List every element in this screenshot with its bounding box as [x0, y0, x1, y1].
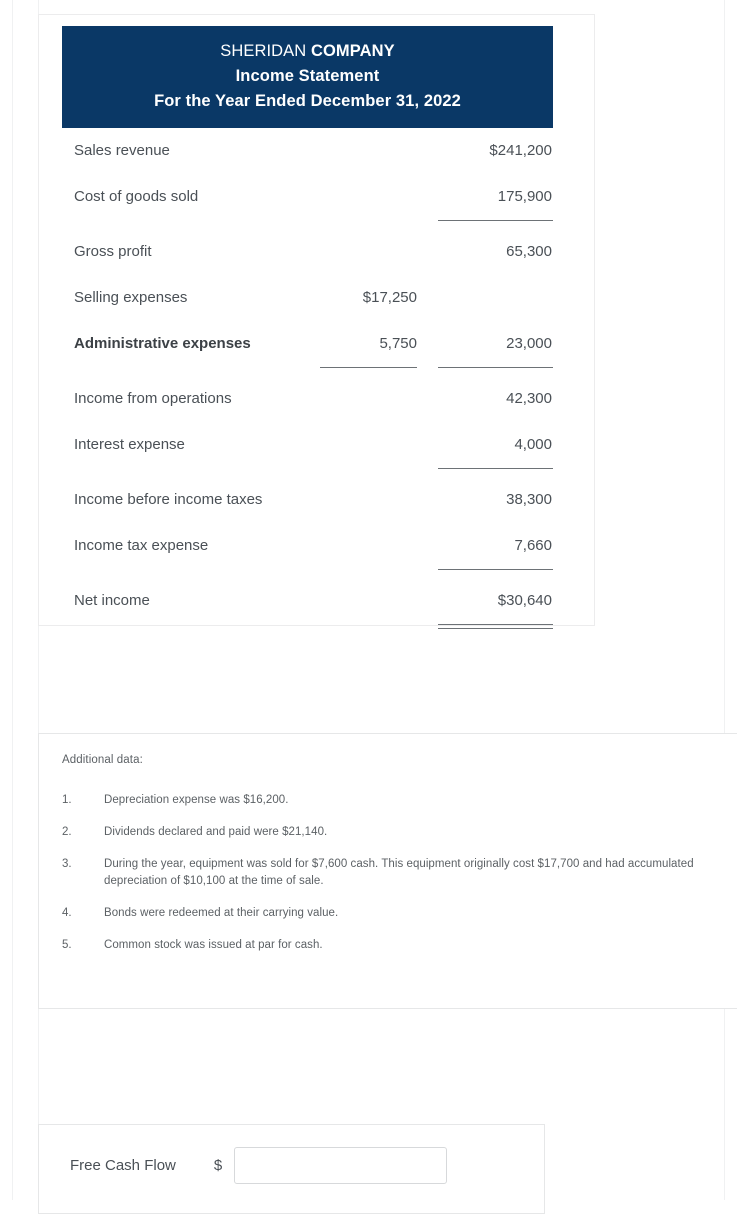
- row-label: Net income: [74, 592, 150, 609]
- subtotal-rule-row: [62, 468, 553, 477]
- currency-symbol: $: [213, 1156, 223, 1174]
- row-label: Interest expense: [74, 436, 185, 453]
- row-label: Income from operations: [74, 390, 232, 407]
- rule-spacer: [62, 624, 320, 633]
- table-row: Income before income taxes 38,300: [62, 477, 553, 523]
- page-gutter-rule-left: [12, 0, 13, 1200]
- row-amount-2: 38,300: [506, 491, 552, 508]
- table-row: Administrative expenses 5,750 23,000: [62, 321, 553, 367]
- row-amount-1: 5,750: [379, 335, 417, 352]
- row-amount-1: [320, 477, 438, 523]
- income-statement-table: Sales revenue $241,200 Cost of goods sol…: [62, 128, 553, 633]
- rule-spacer: [62, 468, 320, 477]
- total-rule-row: [62, 624, 553, 633]
- list-item-text: Bonds were redeemed at their carrying va…: [104, 907, 339, 919]
- list-item: 5. Common stock was issued at par for ca…: [62, 937, 717, 954]
- row-amount-1: [320, 578, 438, 624]
- subtotal-rule-row: [62, 367, 553, 376]
- row-label: Income before income taxes: [74, 491, 263, 508]
- row-amount-2: 4,000: [514, 436, 552, 453]
- list-item: 3. During the year, equipment was sold f…: [62, 856, 717, 890]
- row-amount-1: [320, 229, 438, 275]
- list-item-text: Common stock was issued at par for cash.: [104, 939, 323, 951]
- free-cash-flow-card: Free Cash Flow $: [38, 1124, 545, 1214]
- free-cash-flow-input[interactable]: [234, 1146, 448, 1184]
- subtotal-rule-row: [62, 569, 553, 578]
- free-cash-flow-row: Free Cash Flow $: [70, 1145, 448, 1185]
- total-double-rule: [438, 624, 553, 633]
- list-item-number: 5.: [62, 939, 72, 951]
- rule-spacer: [62, 569, 320, 578]
- rule-spacer: [320, 468, 438, 477]
- list-item-text: Depreciation expense was $16,200.: [104, 794, 289, 806]
- list-item-text: Dividends declared and paid were $21,140…: [104, 826, 328, 838]
- subtotal-rule: [438, 220, 553, 229]
- row-amount-2: $241,200: [489, 142, 552, 159]
- row-label: Selling expenses: [74, 289, 188, 306]
- statement-header: SHERIDAN COMPANY Income Statement For th…: [62, 26, 553, 128]
- table-row: Sales revenue $241,200: [62, 128, 553, 174]
- additional-data-card: Additional data: 1. Depreciation expense…: [38, 733, 737, 1009]
- row-amount-1: [320, 523, 438, 569]
- table-row: Cost of goods sold 175,900: [62, 174, 553, 220]
- subtotal-rule: [438, 367, 553, 376]
- table-row: Net income $30,640: [62, 578, 553, 624]
- subtotal-rule-row: [62, 220, 553, 229]
- subtotal-rule: [320, 367, 438, 376]
- rule-spacer: [62, 220, 320, 229]
- statement-title: Income Statement: [235, 67, 380, 85]
- row-amount-2: 7,660: [514, 537, 552, 554]
- table-row: Gross profit 65,300: [62, 229, 553, 275]
- row-amount-2: $30,640: [497, 592, 552, 609]
- row-label: Cost of goods sold: [74, 188, 199, 205]
- table-row: Selling expenses $17,250: [62, 275, 553, 321]
- row-label: Administrative expenses: [74, 335, 251, 352]
- list-item-number: 2.: [62, 826, 72, 838]
- list-item: 2. Dividends declared and paid were $21,…: [62, 824, 717, 841]
- additional-data-title: Additional data:: [62, 754, 143, 766]
- subtotal-rule: [438, 468, 553, 477]
- list-item-text: During the year, equipment was sold for …: [104, 858, 694, 887]
- list-item: 4. Bonds were redeemed at their carrying…: [62, 905, 717, 922]
- income-statement-card: SHERIDAN COMPANY Income Statement For th…: [38, 14, 595, 629]
- list-item-number: 1.: [62, 794, 72, 806]
- rule-spacer: [320, 624, 438, 633]
- row-amount-1: [320, 422, 438, 468]
- row-amount-2: 175,900: [497, 188, 552, 205]
- row-label: Gross profit: [74, 243, 152, 260]
- table-row: Interest expense 4,000: [62, 422, 553, 468]
- page-gutter-rule-right: [724, 0, 725, 1200]
- free-cash-flow-label: Free Cash Flow: [70, 1156, 176, 1174]
- rule-spacer: [320, 220, 438, 229]
- table-row: Income from operations 42,300: [62, 376, 553, 422]
- list-item-number: 4.: [62, 907, 72, 919]
- income-statement: SHERIDAN COMPANY Income Statement For th…: [62, 26, 553, 633]
- row-label: Income tax expense: [74, 537, 209, 554]
- list-item: 1. Depreciation expense was $16,200.: [62, 792, 717, 809]
- table-row: Income tax expense 7,660: [62, 523, 553, 569]
- row-amount-1: [320, 376, 438, 422]
- list-item-number: 3.: [62, 858, 72, 870]
- row-amount-1: [320, 174, 438, 220]
- row-amount-1: [320, 128, 438, 174]
- rule-spacer: [320, 569, 438, 578]
- rule-spacer: [62, 367, 320, 376]
- row-amount-1: $17,250: [362, 289, 417, 306]
- statement-company-light: SHERIDAN: [220, 42, 311, 60]
- row-amount-2: [438, 275, 553, 321]
- additional-data-list: 1. Depreciation expense was $16,200. 2. …: [62, 792, 717, 969]
- subtotal-rule: [438, 569, 553, 578]
- row-amount-2: 65,300: [506, 243, 552, 260]
- statement-company-bold: COMPANY: [310, 42, 395, 60]
- statement-company-line: SHERIDAN COMPANY: [70, 39, 545, 64]
- row-label: Sales revenue: [74, 142, 170, 159]
- row-amount-2: 23,000: [506, 335, 552, 352]
- statement-period: For the Year Ended December 31, 2022: [154, 92, 461, 110]
- row-amount-2: 42,300: [506, 390, 552, 407]
